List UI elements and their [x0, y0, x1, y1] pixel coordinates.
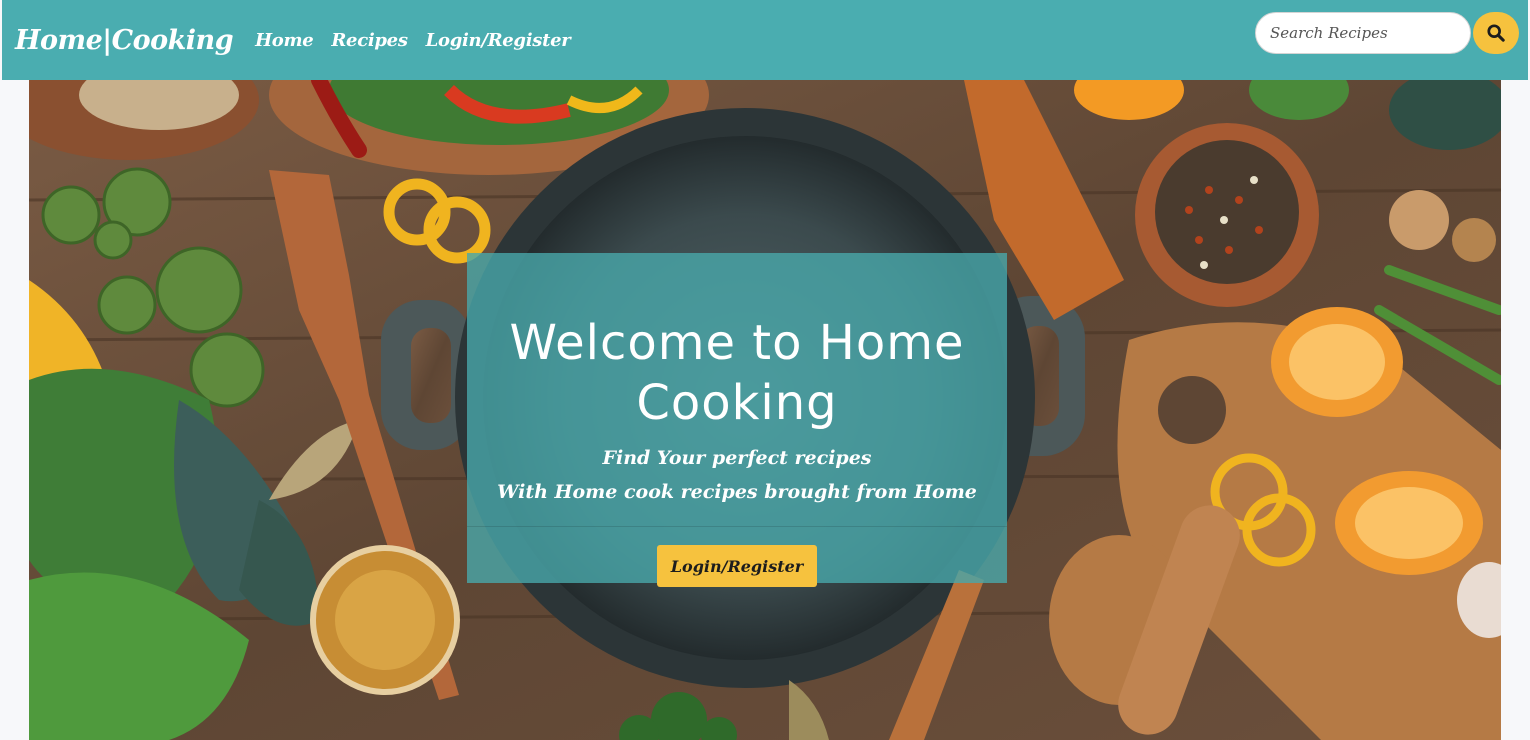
nav-links: Home Recipes Login/Register	[255, 30, 571, 51]
brand-logo[interactable]: Home|Cooking	[15, 25, 234, 56]
hero-subtitle-line-1: Find Your perfect recipes	[602, 447, 872, 469]
nav-link-recipes[interactable]: Recipes	[331, 30, 408, 51]
search-input[interactable]	[1255, 12, 1471, 54]
welcome-panel: Welcome to Home Cooking Find Your perfec…	[467, 253, 1007, 587]
hero-subtitle-line-2: With Home cook recipes brought from Home	[497, 481, 977, 503]
nav-link-login-register[interactable]: Login/Register	[426, 30, 571, 51]
login-register-button[interactable]: Login/Register	[656, 545, 818, 587]
nav-link-home[interactable]: Home	[255, 30, 314, 51]
navbar: Home|Cooking Home Recipes Login/Register	[2, 0, 1528, 80]
hero-divider	[467, 526, 1007, 527]
search-bar	[1255, 12, 1519, 54]
search-icon	[1487, 24, 1505, 42]
search-button[interactable]	[1473, 12, 1519, 54]
hero-title: Welcome to Home Cooking	[509, 315, 965, 431]
hero-banner: Welcome to Home Cooking Find Your perfec…	[29, 80, 1501, 740]
